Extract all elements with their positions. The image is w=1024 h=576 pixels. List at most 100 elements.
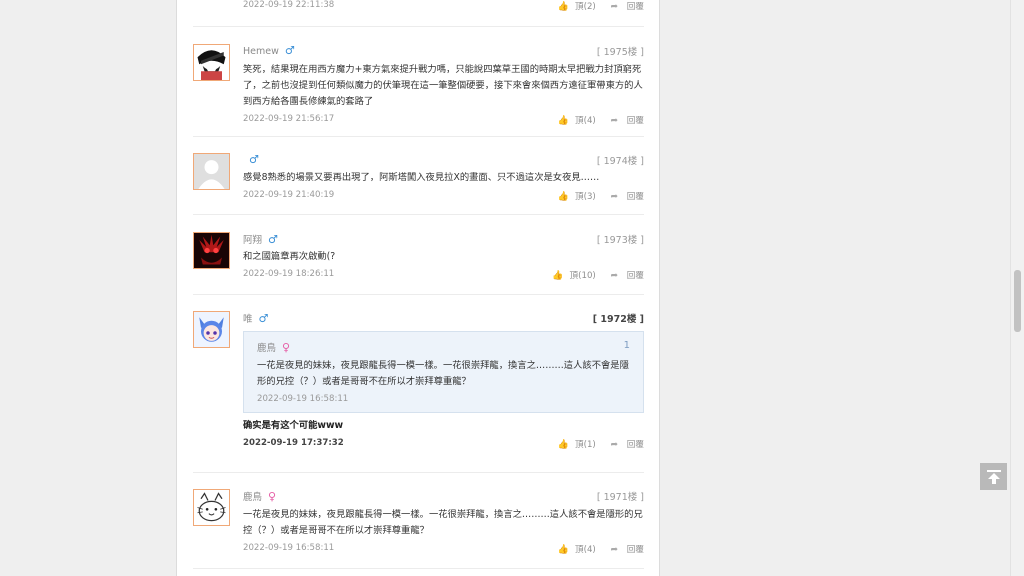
- like-label: 頂(2): [575, 2, 596, 12]
- avatar-image: [194, 233, 229, 268]
- floor-number: [ 1974楼 ]: [596, 156, 644, 167]
- arrow-up-icon: [986, 469, 1001, 484]
- comment-header: 阿翔 ♂ [ 1973楼 ]: [243, 232, 644, 248]
- comment-actions: 👍 頂(1) ➦ 回覆: [546, 438, 644, 450]
- thumbs-up-icon: 👍: [557, 2, 569, 12]
- username[interactable]: 鹿鳥: [243, 492, 262, 503]
- comment-actions: 👍 頂(10) ➦ 回覆: [540, 269, 644, 281]
- quote-number: 1: [623, 340, 630, 351]
- floor-number: [ 1973楼 ]: [596, 235, 644, 246]
- reply-label: 回覆: [626, 440, 644, 450]
- divider: [193, 568, 644, 569]
- avatar[interactable]: [193, 44, 230, 81]
- like-button[interactable]: 👍 頂(3): [552, 192, 596, 202]
- like-label: 頂(4): [575, 116, 596, 126]
- comment-meta: 2022-09-19 21:40:19 👍 頂(3) ➦ 回覆: [243, 190, 644, 206]
- quote-timestamp: 2022-09-19 16:58:11: [257, 394, 349, 404]
- comment-meta: 2022-09-19 16:58:11 👍 頂(4) ➦ 回覆: [243, 543, 644, 559]
- divider: [193, 214, 644, 215]
- comment-meta: 2022-09-19 22:11:38 👍 頂(2) ➦ 回覆: [243, 0, 644, 16]
- timestamp: 2022-09-19 16:58:11: [243, 543, 335, 553]
- comment-text: 笑死，結果現在用西方魔力+東方氣來提升戰力嗎，只能說四葉草王國的時期太早把戰力封…: [243, 64, 643, 107]
- like-button[interactable]: 👍 頂(4): [552, 116, 596, 126]
- comment-header: ♂ [ 1974楼 ]: [243, 153, 644, 169]
- gender-female-icon: ♀: [282, 341, 291, 354]
- back-to-top-button[interactable]: [980, 463, 1007, 490]
- comment-actions: 👍 頂(3) ➦ 回覆: [546, 190, 644, 202]
- timestamp: 2022-09-19 22:11:38: [243, 0, 335, 10]
- comment-header: 鹿鳥 ♀ [ 1971楼 ]: [243, 489, 644, 505]
- gender-female-icon: ♀: [268, 490, 277, 503]
- reply-button[interactable]: ➦ 回覆: [605, 545, 644, 555]
- comment-actions: 👍 頂(4) ➦ 回覆: [546, 543, 644, 555]
- scrollbar-thumb[interactable]: [1014, 270, 1021, 332]
- avatar[interactable]: [193, 153, 230, 190]
- divider: [193, 472, 644, 473]
- username[interactable]: 阿翔: [243, 235, 262, 246]
- username[interactable]: 唯: [243, 314, 253, 325]
- gender-male-icon: ♂: [258, 312, 269, 325]
- comment-actions: 👍 頂(4) ➦ 回覆: [546, 114, 644, 126]
- vertical-scrollbar[interactable]: [1010, 0, 1024, 576]
- floor-number: [ 1975楼 ]: [596, 47, 644, 58]
- comment-meta: 2022-09-19 17:37:32 👍 頂(1) ➦ 回覆: [243, 438, 644, 454]
- avatar[interactable]: [193, 232, 230, 269]
- username[interactable]: Hemew: [243, 46, 279, 57]
- floor-number: [ 1972楼 ]: [592, 314, 644, 325]
- reply-label: 回覆: [626, 271, 644, 281]
- avatar[interactable]: [193, 311, 230, 348]
- comment-text: 确实是有这个可能www: [243, 420, 344, 431]
- reply-button[interactable]: ➦ 回覆: [605, 192, 644, 202]
- timestamp: 2022-09-19 21:40:19: [243, 190, 335, 200]
- quote-header: 鹿鳥 ♀ 1: [257, 340, 630, 358]
- comment-text: 一花是夜見的妹妹，夜見跟龍長得一模一樣。一花很崇拜龍，換言之………這人該不會是隱…: [243, 509, 643, 536]
- avatar-image: [194, 490, 229, 525]
- thumbs-up-icon: 👍: [557, 192, 569, 202]
- reply-arrow-icon: ➦: [610, 192, 619, 202]
- reply-label: 回覆: [626, 2, 644, 12]
- quote-text: 一花是夜見的妹妹，夜見跟龍長得一模一樣。一花很崇拜龍，換言之………這人該不會是隱…: [257, 360, 629, 387]
- comment-header: 唯 ♂ [ 1972楼 ]: [243, 311, 644, 327]
- like-label: 頂(1): [575, 440, 596, 450]
- avatar[interactable]: [193, 489, 230, 526]
- reply-button[interactable]: ➦ 回覆: [605, 116, 644, 126]
- divider: [193, 136, 644, 137]
- like-label: 頂(10): [569, 271, 596, 281]
- floor-number: [ 1971楼 ]: [596, 492, 644, 503]
- timestamp: 2022-09-19 21:56:17: [243, 114, 335, 124]
- reply-arrow-icon: ➦: [610, 271, 619, 281]
- timestamp: 2022-09-19 17:37:32: [243, 438, 344, 448]
- thumbs-up-icon: 👍: [557, 440, 569, 450]
- comment-actions: 👍 頂(2) ➦ 回覆: [546, 0, 644, 12]
- comment-text: 和之國篇章再次啟動(?: [243, 251, 336, 262]
- reply-button[interactable]: ➦ 回覆: [605, 2, 644, 12]
- reply-arrow-icon: ➦: [610, 440, 619, 450]
- like-button[interactable]: 👍 頂(4): [552, 545, 596, 555]
- like-label: 頂(4): [575, 545, 596, 555]
- quote-username[interactable]: 鹿鳥: [257, 343, 276, 354]
- default-avatar-icon: [194, 154, 229, 189]
- like-button[interactable]: 👍 頂(2): [552, 2, 596, 12]
- reply-label: 回覆: [626, 545, 644, 555]
- like-label: 頂(3): [575, 192, 596, 202]
- reply-label: 回覆: [626, 192, 644, 202]
- comment-meta: 2022-09-19 18:26:11 👍 頂(10) ➦ 回覆: [243, 269, 644, 285]
- reply-label: 回覆: [626, 116, 644, 126]
- comment-panel: 2022-09-19 22:11:38 👍 頂(2) ➦ 回覆 Hemew ♂: [176, 0, 660, 576]
- like-button[interactable]: 👍 頂(10): [546, 271, 595, 281]
- reply-arrow-icon: ➦: [610, 545, 619, 555]
- comment-header: Hemew ♂ [ 1975楼 ]: [243, 44, 644, 60]
- divider: [193, 294, 644, 295]
- thumbs-up-icon: 👍: [557, 116, 569, 126]
- gender-male-icon: ♂: [249, 153, 259, 166]
- comment-text: 感覺8熟悉的場景又要再出現了，阿斯塔闖入夜見拉X的畫面、只不過這次是女夜見……: [243, 172, 600, 183]
- reply-arrow-icon: ➦: [610, 116, 619, 126]
- comment-meta: 2022-09-19 21:56:17 👍 頂(4) ➦ 回覆: [243, 114, 644, 130]
- avatar-image: [194, 45, 229, 80]
- like-button[interactable]: 👍 頂(1): [552, 440, 596, 450]
- quoted-comment: 鹿鳥 ♀ 1 一花是夜見的妹妹，夜見跟龍長得一模一樣。一花很崇拜龍，換言之………這…: [243, 331, 644, 413]
- reply-button[interactable]: ➦ 回覆: [605, 440, 644, 450]
- timestamp: 2022-09-19 18:26:11: [243, 269, 335, 279]
- gender-male-icon: ♂: [284, 44, 295, 57]
- reply-button[interactable]: ➦ 回覆: [605, 271, 644, 281]
